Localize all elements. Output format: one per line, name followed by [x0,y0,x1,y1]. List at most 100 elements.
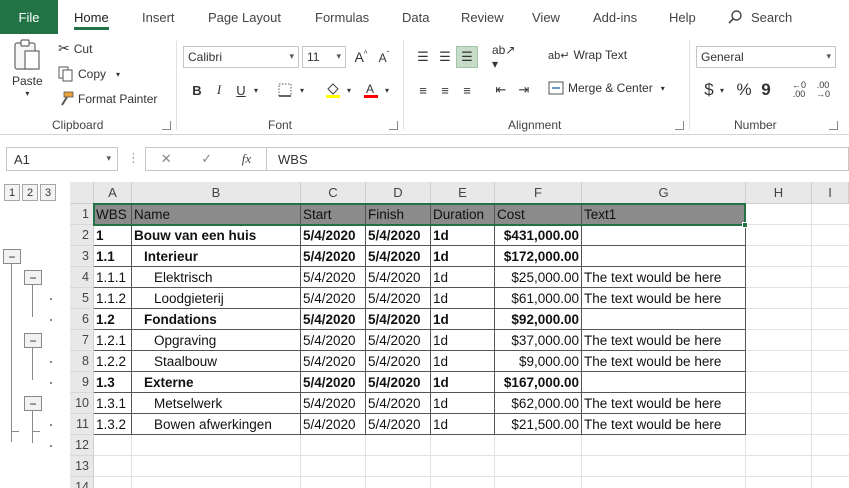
cell-start[interactable]: 5/4/2020 [301,267,366,288]
cell-start[interactable]: 5/4/2020 [301,246,366,267]
enter-check-icon[interactable]: ✓ [201,151,212,167]
cell-wbs[interactable]: 1.1.2 [94,288,132,309]
cell-duration[interactable]: 1d [431,414,495,435]
cell-text1[interactable]: The text would be here [582,393,746,414]
header-cell-name[interactable]: Name [132,204,301,225]
cell-finish[interactable]: 5/4/2020 [366,414,431,435]
column-header-i[interactable]: I [812,182,849,204]
italic-button[interactable]: I [208,79,230,101]
cell-wbs[interactable]: 1.2.2 [94,351,132,372]
column-header-a[interactable]: A [94,182,132,204]
outline-collapse-button[interactable]: − [24,396,42,411]
row-header-6[interactable]: 6 [70,309,94,330]
cell-duration[interactable]: 1d [431,330,495,351]
cut-button[interactable]: ✂ Cut [58,40,92,57]
cell-duration[interactable]: 1d [431,288,495,309]
outline-collapse-button[interactable]: − [3,249,21,264]
tab-review[interactable]: Review [461,0,504,34]
cell-wbs[interactable]: 1.3.2 [94,414,132,435]
cell-text1[interactable] [582,246,746,267]
increase-decimal-button[interactable]: ←0.00 [788,79,810,101]
orientation-button[interactable]: ab↗ ▾ [492,43,522,71]
row-header-13[interactable]: 13 [70,456,94,477]
decrease-decimal-button[interactable]: .00 →0 [812,79,834,101]
cell-finish[interactable]: 5/4/2020 [366,225,431,246]
cell-cost[interactable]: $61,000.00 [495,288,582,309]
tab-view[interactable]: View [532,0,560,34]
cell-name[interactable]: Interieur [132,246,301,267]
name-box[interactable]: A1 ▾ [6,147,118,171]
fill-color-dropdown[interactable]: ▾ [343,79,355,101]
fill-color-button[interactable] [322,79,344,101]
underline-dropdown[interactable]: ▾ [250,79,262,101]
cell-text1[interactable]: The text would be here [582,414,746,435]
cell-name[interactable]: Loodgieterij [132,288,301,309]
column-header-d[interactable]: D [366,182,431,204]
row-header-14[interactable]: 14 [70,477,94,488]
cell-text1[interactable] [582,372,746,393]
align-bottom-button[interactable]: ☰ [456,46,478,68]
number-format-select[interactable]: General ▾ [696,46,836,68]
cell-duration[interactable]: 1d [431,225,495,246]
cell-start[interactable]: 5/4/2020 [301,372,366,393]
tab-help[interactable]: Help [669,0,696,34]
paste-button[interactable]: Paste ▾ [12,38,43,98]
cell-finish[interactable]: 5/4/2020 [366,309,431,330]
header-cell-cost[interactable]: Cost [495,204,582,225]
align-middle-button[interactable]: ☰ [434,46,456,68]
fill-handle[interactable] [742,222,748,228]
row-header-3[interactable]: 3 [70,246,94,267]
cell-name[interactable]: Externe [132,372,301,393]
cell-duration[interactable]: 1d [431,309,495,330]
outline-collapse-button[interactable]: − [24,270,42,285]
tab-file[interactable]: File [0,0,58,34]
cell-finish[interactable]: 5/4/2020 [366,393,431,414]
increase-font-size-button[interactable]: A^ [350,46,372,68]
cell-start[interactable]: 5/4/2020 [301,414,366,435]
header-cell-duration[interactable]: Duration [431,204,495,225]
tab-data[interactable]: Data [402,0,429,34]
cell-start[interactable]: 5/4/2020 [301,393,366,414]
cell-finish[interactable]: 5/4/2020 [366,288,431,309]
align-right-button[interactable]: ≡ [456,79,478,101]
tab-formulas[interactable]: Formulas [315,0,369,34]
cell-cost[interactable]: $9,000.00 [495,351,582,372]
column-header-e[interactable]: E [431,182,495,204]
tab-page-layout[interactable]: Page Layout [208,0,281,34]
cell-name[interactable]: Opgraving [132,330,301,351]
cell-cost[interactable]: $25,000.00 [495,267,582,288]
column-header-c[interactable]: C [301,182,366,204]
currency-dropdown[interactable]: ▾ [716,79,728,101]
cell-cost[interactable]: $37,000.00 [495,330,582,351]
cell-wbs[interactable]: 1.2 [94,309,132,330]
cell-text1[interactable]: The text would be here [582,288,746,309]
cell-finish[interactable]: 5/4/2020 [366,330,431,351]
cell-text1[interactable]: The text would be here [582,351,746,372]
cell-name[interactable]: Bouw van een huis [132,225,301,246]
cell-text1[interactable]: The text would be here [582,330,746,351]
cell-cost[interactable]: $21,500.00 [495,414,582,435]
cell-name[interactable]: Bowen afwerkingen [132,414,301,435]
cell-text1[interactable]: The text would be here [582,267,746,288]
cell-wbs[interactable]: 1.1.1 [94,267,132,288]
cell-finish[interactable]: 5/4/2020 [366,351,431,372]
row-header-5[interactable]: 5 [70,288,94,309]
cell-wbs[interactable]: 1.1 [94,246,132,267]
formula-input[interactable]: WBS [266,147,849,171]
row-header-8[interactable]: 8 [70,351,94,372]
cell-text1[interactable] [582,309,746,330]
column-header-h[interactable]: H [746,182,812,204]
cell-cost[interactable]: $92,000.00 [495,309,582,330]
comma-style-button[interactable]: 9 [755,79,777,101]
cell-cost[interactable]: $431,000.00 [495,225,582,246]
header-cell-finish[interactable]: Finish [366,204,431,225]
alignment-launcher-icon[interactable] [675,121,684,130]
cell-duration[interactable]: 1d [431,372,495,393]
cell-wbs[interactable]: 1.2.1 [94,330,132,351]
row-header-2[interactable]: 2 [70,225,94,246]
clipboard-launcher-icon[interactable] [162,121,171,130]
cell-name[interactable]: Elektrisch [132,267,301,288]
column-header-g[interactable]: G [582,182,746,204]
cell-wbs[interactable]: 1.3.1 [94,393,132,414]
cell-start[interactable]: 5/4/2020 [301,225,366,246]
